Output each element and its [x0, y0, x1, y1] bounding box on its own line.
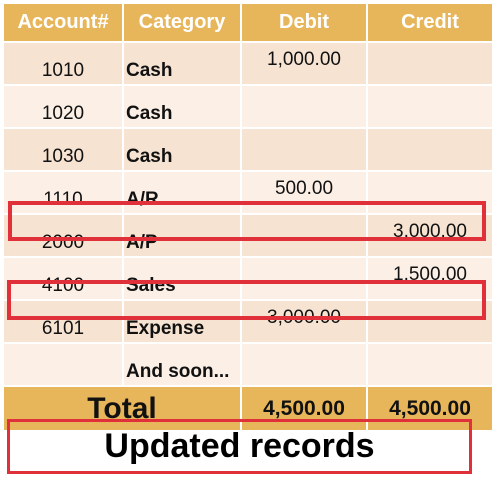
credit-cell-shaded	[366, 170, 494, 215]
category-column-header: Category	[122, 2, 242, 43]
account-column-header: Account#	[2, 2, 124, 43]
account-number-cell	[2, 342, 124, 387]
category-cell: Cash	[122, 127, 242, 172]
table-row: 1030 Cash	[2, 127, 494, 172]
debit-cell	[240, 127, 368, 172]
credit-cell: 1,500.00	[366, 256, 494, 301]
credit-cell	[366, 342, 494, 387]
category-cell: A/R	[122, 170, 242, 215]
category-cell: A/P	[122, 213, 242, 258]
debit-cell-shaded	[240, 256, 368, 301]
account-number-cell: 1010	[2, 41, 124, 86]
account-number-cell: 2000	[2, 213, 124, 258]
account-number-cell: 4100	[2, 256, 124, 301]
ledger-table: Account# Category Debit Credit 1010 Cash…	[2, 2, 494, 432]
account-number-cell: 1110	[2, 170, 124, 215]
credit-cell: 3,000.00	[366, 213, 494, 258]
debit-cell: 3,000.00	[240, 299, 368, 344]
credit-cell-shaded	[366, 127, 494, 172]
account-number-cell: 6101	[2, 299, 124, 344]
updated-records-caption-box: Updated records	[7, 419, 472, 474]
credit-cell-shaded	[366, 41, 494, 86]
debit-column-header: Debit	[240, 2, 368, 43]
table-row: 1020 Cash	[2, 84, 494, 129]
table-row: 4100 Sales 1,500.00	[2, 256, 494, 301]
table-row-highlighted: 6101 Expense 3,000.00	[2, 299, 494, 344]
category-cell: Cash	[122, 41, 242, 86]
category-cell: Cash	[122, 84, 242, 129]
account-number-cell: 1020	[2, 84, 124, 129]
category-cell: Expense	[122, 299, 242, 344]
updated-records-caption: Updated records	[104, 427, 375, 465]
debit-cell: 1,000.00	[240, 41, 368, 86]
header-row: Account# Category Debit Credit	[2, 2, 494, 43]
category-cell: Sales	[122, 256, 242, 301]
table-row-highlighted: 2000 A/P 3,000.00	[2, 213, 494, 258]
credit-cell-shaded	[366, 299, 494, 344]
account-number-cell: 1030	[2, 127, 124, 172]
credit-column-header: Credit	[366, 2, 494, 43]
debit-cell	[240, 342, 368, 387]
debit-cell	[240, 84, 368, 129]
table-row: And soon...	[2, 342, 494, 387]
table-row: 1010 Cash 1,000.00	[2, 41, 494, 86]
debit-cell: 500.00	[240, 170, 368, 215]
table-row: 1110 A/R 500.00	[2, 170, 494, 215]
credit-cell-shaded	[366, 84, 494, 129]
debit-cell-shaded	[240, 213, 368, 258]
category-cell: And soon...	[122, 342, 242, 387]
